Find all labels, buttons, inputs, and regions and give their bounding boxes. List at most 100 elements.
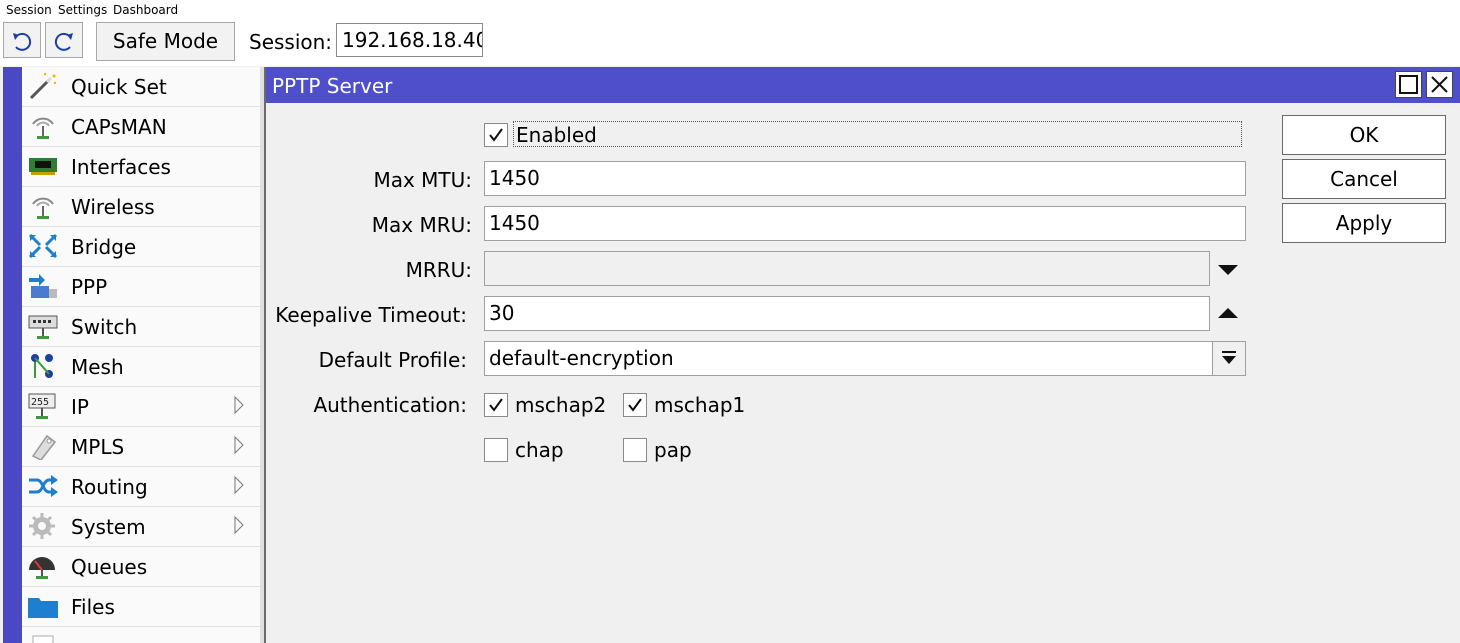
ok-button[interactable]: OK	[1282, 115, 1446, 155]
sidebar-item-label: System	[71, 515, 146, 539]
redo-icon	[54, 32, 73, 51]
enabled-focus-box	[513, 121, 1242, 147]
sidebar-item-queues[interactable]: Queues	[22, 547, 260, 587]
maximize-icon	[1399, 75, 1418, 94]
sidebar-item-partial[interactable]	[22, 627, 260, 643]
authentication-label: Authentication:	[313, 393, 467, 417]
sidebar-item-label: IP	[71, 395, 89, 419]
profile-dropdown-button[interactable]	[1212, 341, 1246, 376]
checkmark-icon	[489, 398, 503, 412]
apply-button[interactable]: Apply	[1282, 203, 1446, 243]
safe-mode-button[interactable]: Safe Mode	[96, 22, 235, 61]
ip-icon: 255	[28, 393, 56, 419]
sidebar-item-capsman[interactable]: CAPsMAN	[22, 107, 260, 147]
undo-button[interactable]	[3, 22, 41, 58]
dropdown-arrow-icon	[1222, 351, 1236, 364]
antenna-icon	[32, 197, 54, 219]
default-profile-label: Default Profile:	[318, 348, 467, 372]
sidebar-item-label: Queues	[71, 555, 148, 579]
routing-icon	[29, 475, 58, 497]
gauge-icon	[29, 557, 55, 579]
close-button[interactable]	[1426, 71, 1453, 98]
mesh-icon	[31, 354, 53, 378]
max-mru-label: Max MRU:	[371, 213, 472, 237]
collapse-up-icon[interactable]	[1213, 299, 1243, 329]
checkmark-icon	[628, 398, 642, 412]
switch-icon	[28, 315, 58, 339]
menu-settings[interactable]: Settings	[58, 3, 107, 17]
auth-chap-label: chap	[515, 438, 564, 462]
sidebar-item-label: Bridge	[71, 235, 137, 259]
chevron-right-icon	[234, 395, 244, 415]
sidebar-item-label: Files	[71, 595, 115, 619]
max-mru-field[interactable]: 1450	[484, 206, 1246, 241]
menu-session[interactable]: Session	[6, 3, 52, 17]
undo-icon	[13, 32, 32, 51]
cancel-button[interactable]: Cancel	[1282, 159, 1446, 199]
sidebar-item-switch[interactable]: Switch	[22, 307, 260, 347]
sidebar-item-label: Quick Set	[71, 75, 167, 99]
enabled-checkbox[interactable]	[484, 123, 508, 147]
expand-down-icon[interactable]	[1213, 254, 1243, 284]
sidebar-item-wireless[interactable]: Wireless	[22, 187, 260, 227]
folder-icon	[28, 598, 58, 618]
sidebar-item-system[interactable]: System	[22, 507, 260, 547]
sidebar-item-quick-set[interactable]: Quick Set	[22, 67, 260, 107]
mrru-field[interactable]	[484, 251, 1210, 286]
sidebar-item-label: MPLS	[71, 435, 125, 459]
sidebar-item-mesh[interactable]: Mesh	[22, 347, 260, 387]
chevron-right-icon	[234, 475, 244, 495]
sidebar-item-label: Wireless	[71, 195, 155, 219]
max-mtu-field[interactable]: 1450	[484, 161, 1246, 196]
default-profile-select[interactable]: default-encryption	[484, 341, 1213, 376]
sidebar-item-files[interactable]: Files	[22, 587, 260, 627]
keepalive-timeout-field[interactable]: 30	[484, 296, 1210, 331]
sidebar-item-label: Mesh	[71, 355, 124, 379]
session-field[interactable]: 192.168.18.40	[336, 23, 483, 57]
auth-mschap1-checkbox[interactable]	[623, 393, 647, 417]
window-title: PPTP Server	[272, 74, 393, 98]
antenna-icon	[32, 117, 54, 139]
checkmark-icon	[489, 128, 503, 142]
keepalive-timeout-label: Keepalive Timeout:	[275, 303, 467, 327]
sidebar-strip	[3, 67, 22, 643]
auth-chap-checkbox[interactable]	[484, 438, 508, 462]
svg-text:255: 255	[31, 397, 49, 408]
toolbar: Safe Mode Session: 192.168.18.40	[0, 19, 1460, 66]
sidebar-item-mpls[interactable]: MPLS	[22, 427, 260, 467]
pptp-server-window: PPTP Server Enabled Max MTU: 1450 Max MR…	[264, 67, 1460, 643]
bridge-icon	[28, 233, 58, 259]
max-mtu-label: Max MTU:	[373, 168, 472, 192]
network-card-icon	[29, 158, 57, 175]
redo-button[interactable]	[45, 22, 83, 58]
sidebar-item-routing[interactable]: Routing	[22, 467, 260, 507]
sidebar-item-interfaces[interactable]: Interfaces	[22, 147, 260, 187]
sidebar-item-label: PPP	[71, 275, 108, 299]
auth-pap-label: pap	[654, 438, 692, 462]
wand-icon	[29, 72, 57, 100]
maximize-button[interactable]	[1395, 71, 1422, 98]
auth-pap-checkbox[interactable]	[623, 438, 647, 462]
menu-dashboard[interactable]: Dashboard	[113, 3, 178, 17]
window-title-bar[interactable]: PPTP Server	[266, 67, 1460, 103]
ppp-icon	[29, 274, 57, 298]
sidebar-item-ip[interactable]: 255 IP	[22, 387, 260, 427]
sidebar-item-ppp[interactable]: PPP	[22, 267, 260, 307]
sidebar-item-label: Routing	[71, 475, 148, 499]
auth-mschap1-label: mschap1	[654, 393, 746, 417]
auth-mschap2-label: mschap2	[515, 393, 607, 417]
enabled-label: Enabled	[516, 123, 597, 147]
log-icon	[32, 635, 54, 643]
auth-mschap2-checkbox[interactable]	[484, 393, 508, 417]
sidebar-item-label: CAPsMAN	[71, 115, 167, 139]
close-icon	[1431, 76, 1448, 93]
sidebar-item-label: Interfaces	[71, 155, 171, 179]
mrru-label: MRRU:	[405, 258, 472, 282]
session-label: Session:	[249, 30, 333, 54]
menu-bar: Session Settings Dashboard	[0, 0, 1460, 19]
gear-icon	[29, 513, 55, 539]
mpls-icon	[31, 434, 57, 460]
sidebar-item-label: Switch	[71, 315, 138, 339]
sidebar-item-bridge[interactable]: Bridge	[22, 227, 260, 267]
chevron-right-icon	[234, 435, 244, 455]
